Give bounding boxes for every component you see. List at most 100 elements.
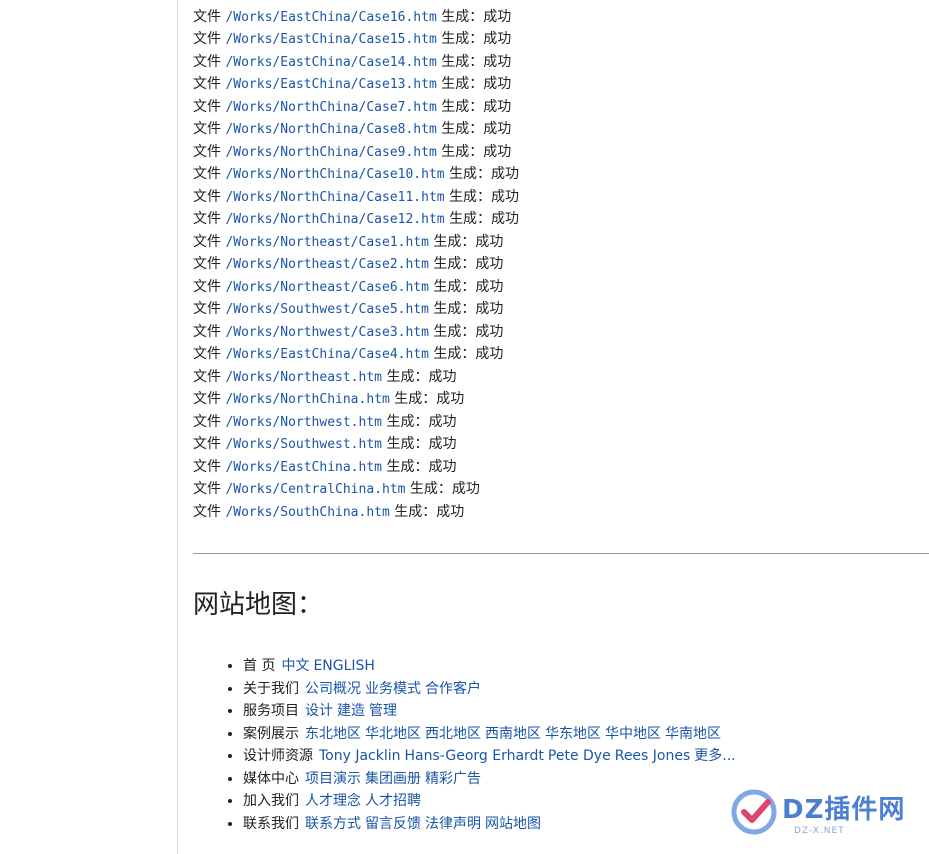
log-file-link[interactable]: /Works/Northeast.htm xyxy=(225,370,382,385)
log-file-link[interactable]: /Works/Southwest/Case5.htm xyxy=(225,302,429,317)
log-file-link[interactable]: /Works/EastChina.htm xyxy=(225,460,382,475)
log-line: 文件 /Works/NorthChina/Case7.htm 生成：成功 xyxy=(193,96,929,119)
log-status: 生成：成功 xyxy=(441,0,511,2)
sitemap-link[interactable]: 网站地图 xyxy=(485,816,541,832)
sitemap-link[interactable]: 华南地区 xyxy=(665,726,721,742)
log-status: 生成：成功 xyxy=(433,346,504,362)
log-status: 生成：成功 xyxy=(394,503,465,520)
sitemap-category: 案例展示 xyxy=(243,725,299,742)
sitemap-link[interactable]: 东北地区 xyxy=(305,726,361,742)
log-file-link[interactable]: /Works/Northwest/Case3.htm xyxy=(225,325,429,340)
sitemap-item: 案例展示东北地区华北地区西北地区西南地区华东地区华中地区华南地区 xyxy=(243,723,740,746)
sitemap-link[interactable]: 业务模式 xyxy=(365,681,421,697)
sitemap-link[interactable]: Tony Jacklin xyxy=(319,748,401,764)
log-file-link[interactable]: /Works/NorthChina/Case11.htm xyxy=(225,190,444,205)
log-file-link[interactable]: /Works/Northeast/Case1.htm xyxy=(225,235,429,250)
log-file-link[interactable]: /Works/NorthChina/Case10.htm xyxy=(225,167,444,182)
sitemap-link[interactable]: Hans-Georg Erhardt xyxy=(405,748,544,764)
sitemap-item: 首 页中文ENGLISH xyxy=(243,655,740,678)
log-file-link[interactable]: /Works/Northeast/Case2.htm xyxy=(225,257,429,272)
sitemap-link[interactable]: 人才理念 xyxy=(305,793,361,809)
generation-log: 文件 /Works/EastChina/Case17.htm 生成：成功文件 /… xyxy=(193,0,929,523)
log-prefix: 文件 xyxy=(193,391,221,407)
log-status: 生成：成功 xyxy=(441,31,512,47)
sitemap-item: 加入我们人才理念人才招聘 xyxy=(243,790,740,813)
sitemap-link[interactable]: Pete Dye xyxy=(548,748,611,764)
sitemap-link[interactable]: 华中地区 xyxy=(605,726,661,742)
log-prefix: 文件 xyxy=(193,166,221,182)
log-prefix: 文件 xyxy=(193,76,221,92)
log-line: 文件 /Works/EastChina/Case14.htm 生成：成功 xyxy=(193,51,929,74)
log-line: 文件 /Works/NorthChina.htm 生成：成功 xyxy=(193,388,929,411)
sitemap-link[interactable]: 留言反馈 xyxy=(365,816,421,832)
log-prefix: 文件 xyxy=(193,481,221,497)
log-file-link[interactable]: /Works/CentralChina.htm xyxy=(225,482,405,497)
sitemap-link[interactable]: 更多... xyxy=(694,748,735,764)
sitemap-list: 首 页中文ENGLISH关于我们公司概况业务模式合作客户服务项目设计建造管理案例… xyxy=(225,655,740,835)
log-file-link[interactable]: /Works/EastChina/Case16.htm xyxy=(225,10,436,25)
log-status: 生成：成功 xyxy=(409,481,480,497)
sitemap-item: 关于我们公司概况业务模式合作客户 xyxy=(243,678,740,701)
log-line: 文件 /Works/SouthChina.htm 生成：成功 xyxy=(193,501,929,524)
watermark-text: DZ插件网 DZ-X.NET xyxy=(782,789,905,836)
log-prefix: 文件 xyxy=(193,233,221,250)
log-prefix: 文件 xyxy=(193,0,221,2)
log-file-link[interactable]: /Works/EastChina/Case17.htm xyxy=(225,0,436,2)
log-line: 文件 /Works/Southwest/Case5.htm 生成：成功 xyxy=(193,298,929,321)
sitemap-title: 网站地图： xyxy=(193,590,324,620)
sitemap-link[interactable]: 华东地区 xyxy=(545,726,601,742)
log-file-link[interactable]: /Works/NorthChina/Case7.htm xyxy=(225,100,436,115)
log-file-link[interactable]: /Works/Southwest.htm xyxy=(225,437,382,452)
log-file-link[interactable]: /Works/NorthChina.htm xyxy=(225,392,389,407)
sitemap-link[interactable]: 法律声明 xyxy=(425,816,481,832)
sitemap-link[interactable]: 西南地区 xyxy=(485,726,541,742)
sitemap-link[interactable]: 华北地区 xyxy=(365,726,421,742)
log-file-link[interactable]: /Works/EastChina/Case13.htm xyxy=(225,77,436,92)
log-file-link[interactable]: /Works/NorthChina/Case12.htm xyxy=(225,212,444,227)
log-prefix: 文件 xyxy=(193,368,221,385)
log-line: 文件 /Works/Northwest/Case3.htm 生成：成功 xyxy=(193,321,929,344)
log-file-link[interactable]: /Works/NorthChina/Case9.htm xyxy=(225,145,436,160)
sitemap-link[interactable]: Rees Jones xyxy=(615,748,691,764)
log-prefix: 文件 xyxy=(193,31,221,47)
sitemap-link[interactable]: 联系方式 xyxy=(305,816,361,832)
log-line: 文件 /Works/EastChina/Case15.htm 生成：成功 xyxy=(193,28,929,51)
log-status: 生成：成功 xyxy=(441,143,512,160)
sitemap-link[interactable]: 西北地区 xyxy=(425,726,481,742)
log-file-link[interactable]: /Works/NorthChina/Case8.htm xyxy=(225,122,436,137)
sitemap-link[interactable]: 精彩广告 xyxy=(425,771,481,787)
log-file-link[interactable]: /Works/Northeast/Case6.htm xyxy=(225,280,429,295)
log-file-link[interactable]: /Works/SouthChina.htm xyxy=(225,505,389,520)
sitemap-link[interactable]: 管理 xyxy=(369,703,397,719)
section-divider xyxy=(193,553,929,554)
sitemap-category: 联系我们 xyxy=(243,815,299,832)
sitemap-category: 首 页 xyxy=(243,658,276,674)
log-file-link[interactable]: /Works/EastChina/Case14.htm xyxy=(225,55,436,70)
sitemap-category: 加入我们 xyxy=(243,793,299,809)
log-prefix: 文件 xyxy=(193,53,221,70)
log-status: 生成：成功 xyxy=(394,391,465,407)
log-file-link[interactable]: /Works/Northwest.htm xyxy=(225,415,382,430)
sitemap-link[interactable]: 公司概况 xyxy=(305,681,361,697)
sitemap-link[interactable]: 合作客户 xyxy=(425,681,481,697)
log-status: 生成：成功 xyxy=(441,98,512,115)
log-status: 生成：成功 xyxy=(433,278,504,295)
log-status: 生成：成功 xyxy=(386,458,457,475)
sitemap-link[interactable]: 设计 xyxy=(305,703,333,719)
watermark-main-text: DZ插件网 xyxy=(782,794,906,825)
sitemap-item: 服务项目设计建造管理 xyxy=(243,700,740,723)
log-line: 文件 /Works/Northeast.htm 生成：成功 xyxy=(193,366,929,389)
sitemap-item: 联系我们联系方式留言反馈法律声明网站地图 xyxy=(243,813,740,836)
sitemap-link[interactable]: ENGLISH xyxy=(313,658,375,674)
sitemap-link[interactable]: 建造 xyxy=(337,703,365,719)
sitemap-link[interactable]: 项目演示 xyxy=(305,771,361,787)
log-status: 生成：成功 xyxy=(449,188,520,205)
log-file-link[interactable]: /Works/EastChina/Case4.htm xyxy=(225,347,429,362)
sitemap-link[interactable]: 中文 xyxy=(281,658,309,674)
log-line: 文件 /Works/NorthChina/Case9.htm 生成：成功 xyxy=(193,141,929,164)
sitemap-link[interactable]: 集团画册 xyxy=(365,771,421,787)
log-line: 文件 /Works/EastChina/Case4.htm 生成：成功 xyxy=(193,343,929,366)
sitemap-link[interactable]: 人才招聘 xyxy=(365,793,421,809)
log-file-link[interactable]: /Works/EastChina/Case15.htm xyxy=(225,32,436,47)
log-status: 生成：成功 xyxy=(441,121,512,137)
